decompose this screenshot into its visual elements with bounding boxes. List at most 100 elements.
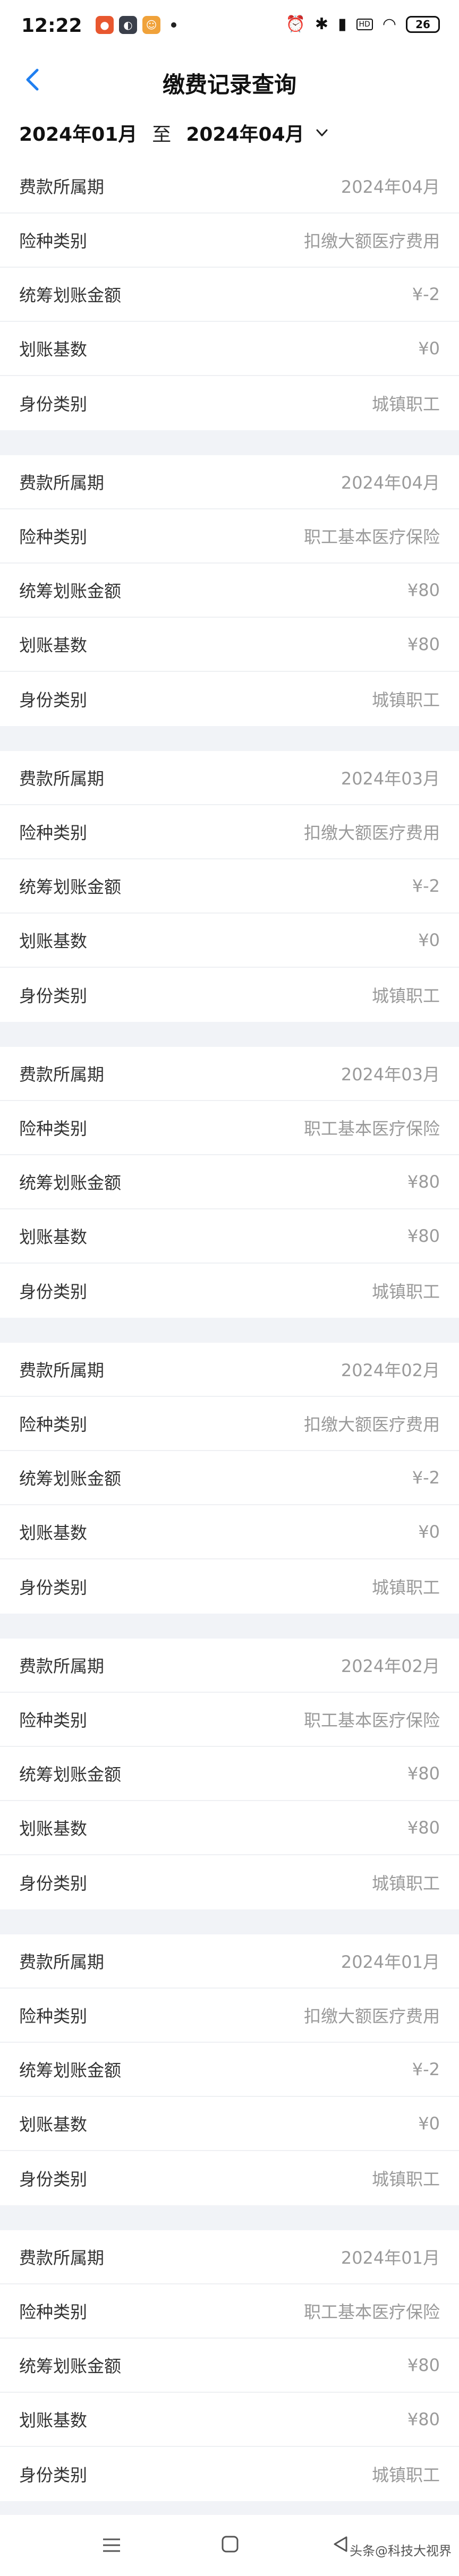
record-field-label: 身份类别 — [19, 394, 88, 414]
record-row: 划账基数 ¥0 — [0, 914, 459, 968]
record-field-label: 划账基数 — [19, 2410, 88, 2430]
record-row: 划账基数 ¥80 — [0, 1801, 459, 1855]
record-field-value: ¥80 — [407, 2355, 440, 2375]
battery-icon: 26 — [406, 16, 440, 33]
record-row: 费款所属期 2024年03月 — [0, 751, 459, 805]
record-field-value: ¥80 — [407, 1763, 440, 1784]
record-row: 险种类别 扣缴大额医疗费用 — [0, 1397, 459, 1451]
chevron-down-icon[interactable] — [314, 125, 330, 141]
record-field-value: 2024年03月 — [341, 769, 440, 789]
record-row: 身份类别 城镇职工 — [0, 376, 459, 430]
record-field-label: 身份类别 — [19, 2465, 88, 2485]
record-row: 费款所属期 2024年03月 — [0, 1047, 459, 1101]
record-field-value: ¥0 — [418, 930, 440, 950]
record-field-value: 城镇职工 — [371, 1873, 440, 1893]
payment-records-list: 费款所属期 2024年04月 险种类别 扣缴大额医疗费用 统筹划账金额 ¥-2 划账基数 ¥0… — [0, 159, 459, 2526]
record-field-label: 身份类别 — [19, 690, 88, 710]
record-row: 险种类别 扣缴大额医疗费用 — [0, 805, 459, 859]
notification-dot-icon — [171, 22, 176, 28]
menu-icon[interactable] — [101, 2536, 122, 2554]
record-row: 身份类别 城镇职工 — [0, 1264, 459, 1318]
record-field-label: 费款所属期 — [19, 1064, 105, 1085]
record-row: 身份类别 城镇职工 — [0, 2151, 459, 2205]
record-field-value: ¥80 — [407, 1818, 440, 1838]
record-field-value: 2024年01月 — [341, 2248, 440, 2268]
record-field-label: 统筹划账金额 — [19, 1764, 122, 1785]
record-row: 费款所属期 2024年02月 — [0, 1639, 459, 1693]
record-row: 费款所属期 2024年04月 — [0, 159, 459, 214]
date-separator: 至 — [152, 124, 172, 146]
record-field-label: 统筹划账金额 — [19, 285, 122, 305]
record-row: 身份类别 城镇职工 — [0, 968, 459, 1022]
record-field-label: 统筹划账金额 — [19, 581, 122, 601]
record-field-value: ¥-2 — [412, 876, 440, 896]
record-field-value: ¥-2 — [412, 2059, 440, 2079]
status-system-icons: ⏰ ✱ ▮ HD ◠ 26 — [285, 14, 440, 35]
record-row: 费款所属期 2024年02月 — [0, 1343, 459, 1397]
record-field-label: 身份类别 — [19, 1873, 88, 1893]
record-field-value: 扣缴大额医疗费用 — [303, 2006, 440, 2026]
record-field-value: ¥80 — [407, 634, 440, 654]
record-field-label: 身份类别 — [19, 1577, 88, 1598]
app-root: 12:22 ● ◐ ☺ ⏰ ✱ ▮ HD ◠ 26 缴费记录查询 2024年01… — [0, 0, 459, 2576]
record-field-value: 扣缴大额医疗费用 — [303, 231, 440, 251]
status-bar: 12:22 ● ◐ ☺ ⏰ ✱ ▮ HD ◠ 26 — [0, 0, 459, 53]
record-field-label: 划账基数 — [19, 1227, 88, 1247]
record-field-label: 统筹划账金额 — [19, 2356, 122, 2376]
record-row: 统筹划账金额 ¥80 — [0, 564, 459, 618]
record-field-value: ¥-2 — [412, 284, 440, 304]
record-row: 统筹划账金额 ¥-2 — [0, 268, 459, 322]
record-card: 费款所属期 2024年03月 险种类别 职工基本医疗保险 统筹划账金额 ¥80 划账基数 ¥8… — [0, 1047, 459, 1318]
record-card: 费款所属期 2024年04月 险种类别 扣缴大额医疗费用 统筹划账金额 ¥-2 划账基数 ¥0… — [0, 159, 459, 430]
record-row: 统筹划账金额 ¥80 — [0, 1747, 459, 1801]
record-field-label: 费款所属期 — [19, 1360, 105, 1380]
hd-badge: HD — [356, 19, 373, 30]
record-row: 划账基数 ¥0 — [0, 1505, 459, 1559]
alarm-icon: ⏰ — [285, 15, 305, 33]
record-field-label: 身份类别 — [19, 986, 88, 1006]
record-field-value: ¥0 — [418, 1522, 440, 1542]
wifi-icon: ◠ — [382, 15, 396, 33]
record-field-value: 职工基本医疗保险 — [303, 527, 440, 547]
record-field-label: 费款所属期 — [19, 177, 105, 197]
status-app-icons: ● ◐ ☺ — [96, 16, 176, 34]
nav-bar: 缴费记录查询 — [0, 53, 459, 106]
status-time: 12:22 — [21, 15, 82, 37]
record-field-value: 扣缴大额医疗费用 — [303, 823, 440, 843]
record-field-value: ¥80 — [407, 1226, 440, 1246]
record-field-label: 费款所属期 — [19, 2248, 105, 2268]
record-field-value: 2024年03月 — [341, 1064, 440, 1085]
record-card: 费款所属期 2024年01月 险种类别 扣缴大额医疗费用 统筹划账金额 ¥-2 划账基数 ¥0… — [0, 1934, 459, 2205]
record-field-label: 险种类别 — [19, 1710, 88, 1730]
system-nav-bar: 头条@科技大视界 — [0, 2515, 459, 2576]
record-field-label: 划账基数 — [19, 2114, 88, 2135]
record-row: 费款所属期 2024年01月 — [0, 2230, 459, 2284]
start-date[interactable]: 2024年01月 — [19, 119, 137, 147]
record-field-label: 险种类别 — [19, 527, 88, 547]
record-card: 费款所属期 2024年04月 险种类别 职工基本医疗保险 统筹划账金额 ¥80 划账基数 ¥8… — [0, 455, 459, 726]
home-icon[interactable] — [221, 2535, 239, 2553]
page-title: 缴费记录查询 — [162, 72, 296, 98]
record-field-label: 划账基数 — [19, 635, 88, 655]
record-row: 险种类别 职工基本医疗保险 — [0, 1693, 459, 1747]
record-field-label: 统筹划账金额 — [19, 1469, 122, 1489]
record-field-label: 险种类别 — [19, 2006, 88, 2026]
record-card: 费款所属期 2024年01月险种类别 职工基本医疗保险统筹划账金额 ¥80 划账基数 ¥8… — [0, 2230, 459, 2501]
record-field-value: 职工基本医疗保险 — [303, 1710, 440, 1730]
record-row: 身份类别 城镇职工 — [0, 1855, 459, 1909]
date-range-filter[interactable]: 2024年01月 至 2024年04月 — [0, 106, 459, 159]
end-date[interactable]: 2024年04月 — [186, 119, 304, 147]
record-row: 统筹划账金额 ¥-2 — [0, 859, 459, 914]
record-card: 费款所属期 2024年03月 险种类别 扣缴大额医疗费用 统筹划账金额 ¥-2 划账基数 ¥0… — [0, 751, 459, 1022]
record-row: 统筹划账金额 ¥-2 — [0, 1451, 459, 1505]
record-field-label: 险种类别 — [19, 2302, 88, 2322]
record-field-value: ¥80 — [407, 2409, 440, 2429]
record-field-label: 划账基数 — [19, 339, 88, 360]
record-field-value: ¥0 — [418, 2113, 440, 2134]
record-row: 身份类别 城镇职工 — [0, 1559, 459, 1614]
record-field-label: 身份类别 — [19, 1282, 88, 1302]
record-field-value: 2024年01月 — [341, 1952, 440, 1972]
record-field-label: 统筹划账金额 — [19, 2060, 122, 2080]
back-triangle-icon[interactable] — [332, 2535, 350, 2553]
record-field-value: 职工基本医疗保险 — [303, 2302, 440, 2322]
